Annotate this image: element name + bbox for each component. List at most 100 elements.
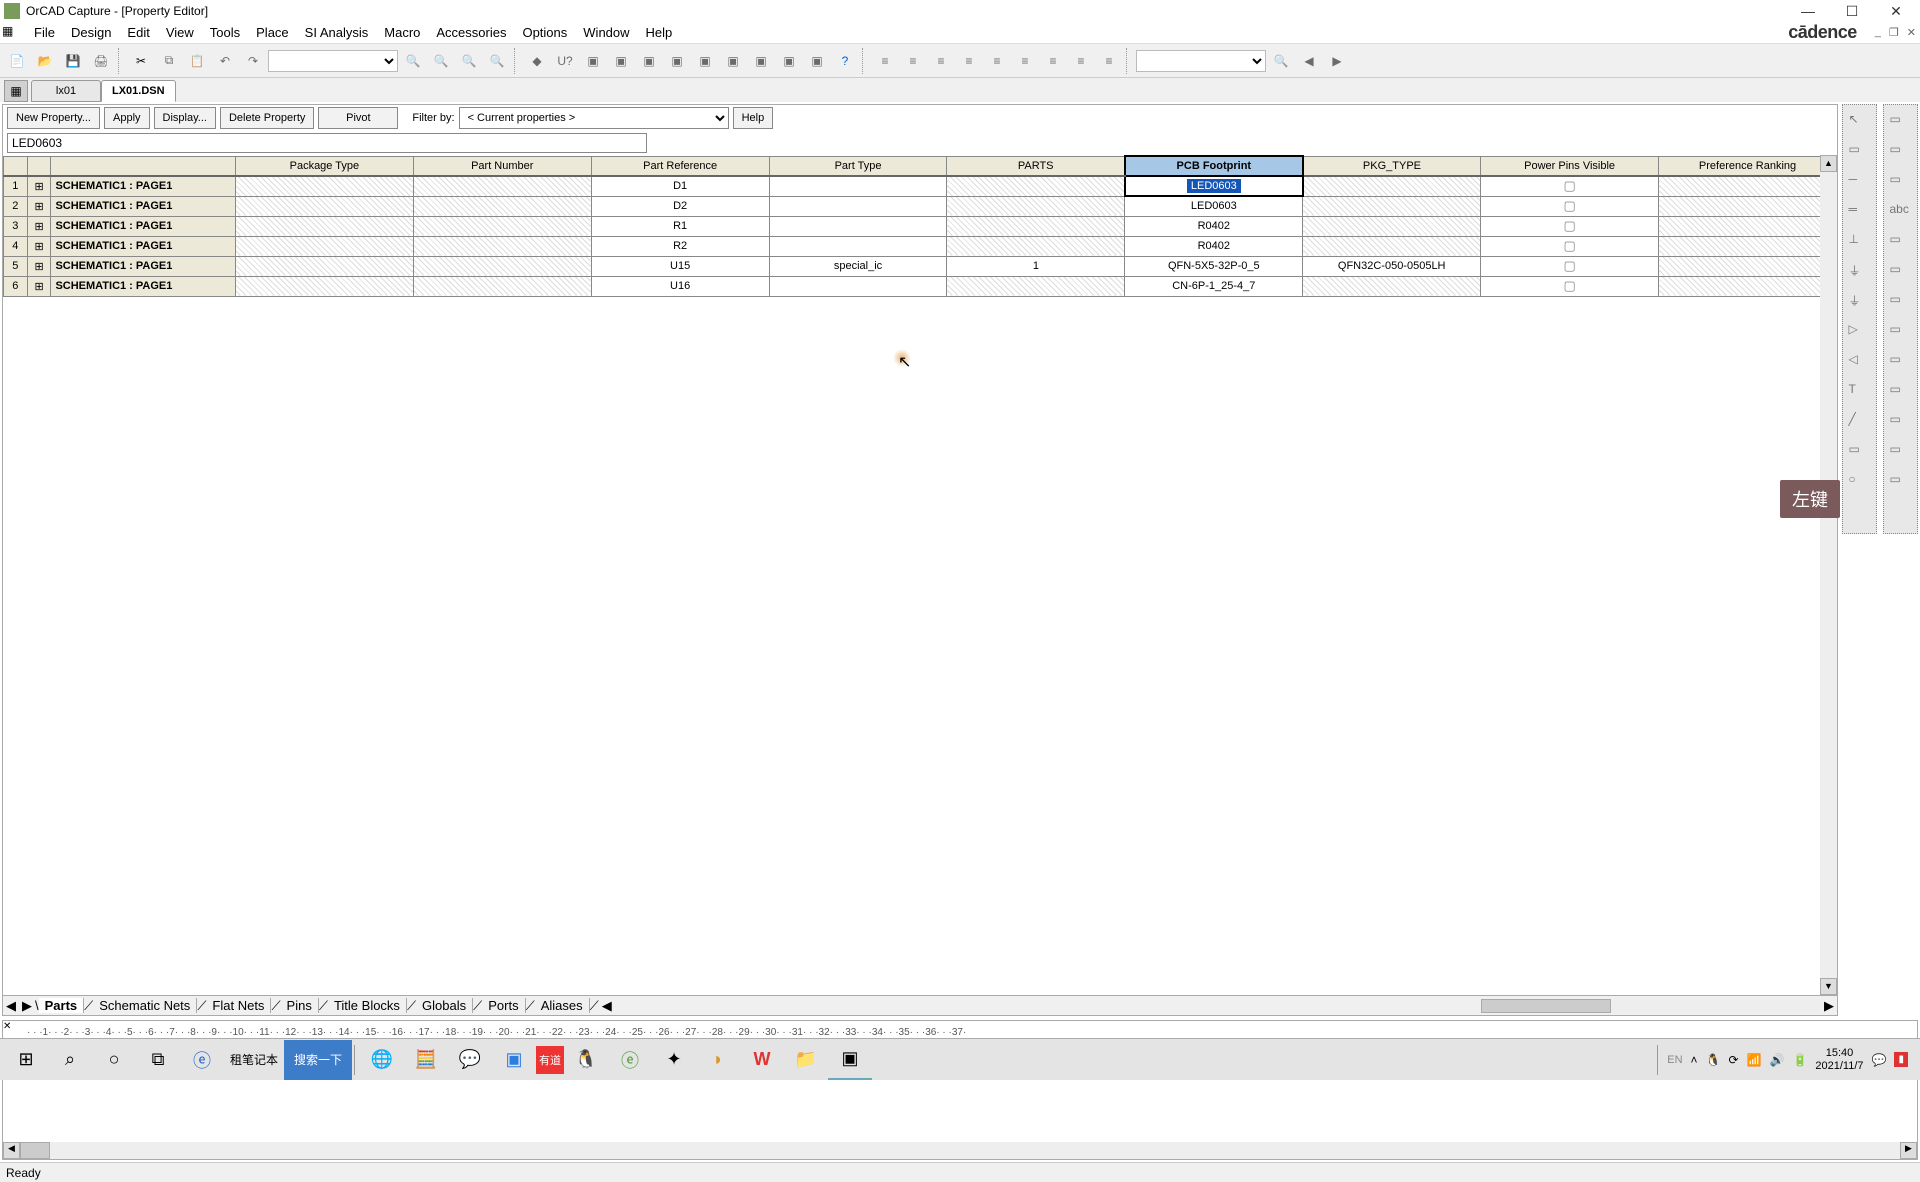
cell-parts[interactable]: 1: [947, 256, 1125, 276]
cortana-icon[interactable]: ○: [92, 1040, 136, 1080]
cell-pref-rank[interactable]: [1659, 196, 1837, 216]
menu-si-analysis[interactable]: SI Analysis: [297, 23, 377, 42]
app-icon-1[interactable]: ▣: [492, 1040, 536, 1080]
cell-schematic[interactable]: SCHEMATIC1 : PAGE1: [51, 216, 235, 236]
search-icon[interactable]: ⌕: [48, 1040, 92, 1080]
cell-part-number[interactable]: [413, 196, 591, 216]
cell-package-type[interactable]: [235, 276, 413, 296]
row-number[interactable]: 2: [4, 196, 28, 216]
cell-parts[interactable]: [947, 216, 1125, 236]
delete-property-button[interactable]: Delete Property: [220, 107, 314, 129]
cell-part-type[interactable]: special_ic: [769, 256, 947, 276]
tray-qq-icon[interactable]: 🐧: [1706, 1053, 1721, 1067]
cell-part-reference[interactable]: R2: [591, 236, 769, 256]
tool-wire-icon[interactable]: ─: [1848, 171, 1872, 195]
copy-icon[interactable]: ⧉: [156, 48, 182, 74]
cell-package-type[interactable]: [235, 216, 413, 236]
row-number[interactable]: 1: [4, 176, 28, 196]
tray-volume-icon[interactable]: 🔊: [1770, 1053, 1785, 1067]
sheet-nav-first[interactable]: ◀: [3, 998, 19, 1014]
secondary-select[interactable]: [1136, 50, 1266, 72]
cell-pref-rank[interactable]: [1659, 256, 1837, 276]
help-button[interactable]: Help: [733, 107, 774, 129]
cell-schematic[interactable]: SCHEMATIC1 : PAGE1: [51, 276, 235, 296]
close-button[interactable]: ✕: [1884, 2, 1908, 20]
align-icon-7[interactable]: ≡: [1040, 48, 1066, 74]
cell-power-pins[interactable]: [1481, 196, 1659, 216]
cell-schematic[interactable]: SCHEMATIC1 : PAGE1: [51, 256, 235, 276]
tool-circle-icon[interactable]: ○: [1848, 471, 1872, 495]
row-number[interactable]: 4: [4, 236, 28, 256]
find-icon[interactable]: 🔍: [1268, 48, 1294, 74]
log-hscroll[interactable]: ◀ ▶: [3, 1142, 1917, 1159]
cell-pcb-footprint[interactable]: LED0603: [1125, 196, 1303, 216]
col-part-type[interactable]: Part Type: [769, 156, 947, 176]
part-select[interactable]: [268, 50, 398, 72]
wechat-icon[interactable]: 💬: [448, 1040, 492, 1080]
paste-icon[interactable]: 📋: [184, 48, 210, 74]
tray-wifi-icon[interactable]: 📶: [1747, 1053, 1762, 1067]
mdi-close[interactable]: ✕: [1905, 26, 1918, 39]
sheet-tab-schematic-nets[interactable]: Schematic Nets: [93, 998, 197, 1013]
align-icon-3[interactable]: ≡: [928, 48, 954, 74]
row-number[interactable]: 3: [4, 216, 28, 236]
cell-pkg-type[interactable]: QFN32C-050-0505LH: [1303, 256, 1481, 276]
cell-part-reference[interactable]: R1: [591, 216, 769, 236]
sheet-tab-aliases[interactable]: Aliases: [535, 998, 590, 1013]
tool-port-icon[interactable]: ◁: [1848, 351, 1872, 375]
col-pkg-type[interactable]: PKG_TYPE: [1303, 156, 1481, 176]
tool-icon-9[interactable]: ▣: [748, 48, 774, 74]
menu-options[interactable]: Options: [514, 23, 575, 42]
tray-notif-icon[interactable]: 💬: [1872, 1053, 1887, 1067]
tool-icon-2[interactable]: U?: [552, 48, 578, 74]
orcad-taskbar-icon[interactable]: ▣: [828, 1040, 872, 1080]
wps-icon[interactable]: W: [740, 1040, 784, 1080]
property-value-input[interactable]: [7, 133, 647, 153]
col-package-type[interactable]: Package Type: [235, 156, 413, 176]
tool2-icon-9[interactable]: ▭: [1889, 351, 1913, 375]
tool-icon-6[interactable]: ▣: [664, 48, 690, 74]
save-icon[interactable]: 💾: [60, 48, 86, 74]
tray-action-icon[interactable]: ▮: [1894, 1052, 1908, 1067]
help-icon[interactable]: ?: [832, 48, 858, 74]
display-button[interactable]: Display...: [154, 107, 216, 129]
calculator-icon[interactable]: 🧮: [404, 1040, 448, 1080]
menu-accessories[interactable]: Accessories: [428, 23, 514, 42]
table-row[interactable]: 6⊞SCHEMATIC1 : PAGE1U16CN-6P-1_25-4_7: [4, 276, 1837, 296]
tab-icon[interactable]: ▦: [4, 80, 28, 102]
cell-schematic[interactable]: SCHEMATIC1 : PAGE1: [51, 176, 235, 196]
new-property-button[interactable]: New Property...: [7, 107, 100, 129]
tool2-icon-2[interactable]: ▭: [1889, 141, 1913, 165]
tool2-icon-11[interactable]: ▭: [1889, 411, 1913, 435]
undo-icon[interactable]: ↶: [212, 48, 238, 74]
pivot-button[interactable]: Pivot: [318, 107, 398, 129]
start-button[interactable]: ⊞: [4, 1040, 48, 1080]
chrome-icon[interactable]: 🌐: [360, 1040, 404, 1080]
tool2-icon-4[interactable]: abc: [1889, 201, 1913, 225]
row-number[interactable]: 5: [4, 256, 28, 276]
tool-offpage-icon[interactable]: ▷: [1848, 321, 1872, 345]
tool-icon-8[interactable]: ▣: [720, 48, 746, 74]
menu-edit[interactable]: Edit: [119, 23, 157, 42]
tool2-icon-7[interactable]: ▭: [1889, 291, 1913, 315]
cell-pkg-type[interactable]: [1303, 236, 1481, 256]
sheet-tab-title-blocks[interactable]: Title Blocks: [328, 998, 407, 1013]
cell-pkg-type[interactable]: [1303, 216, 1481, 236]
cell-pkg-type[interactable]: [1303, 176, 1481, 196]
tool-icon-11[interactable]: ▣: [804, 48, 830, 74]
align-icon-9[interactable]: ≡: [1096, 48, 1122, 74]
cell-pcb-footprint[interactable]: R0402: [1125, 216, 1303, 236]
tray-chevron-icon[interactable]: ˄: [1691, 1053, 1698, 1067]
cell-power-pins[interactable]: [1481, 236, 1659, 256]
cell-parts[interactable]: [947, 196, 1125, 216]
app-icon-3[interactable]: ◗: [696, 1040, 740, 1080]
cell-pcb-footprint[interactable]: LED0603: [1125, 176, 1303, 196]
expand-icon[interactable]: ⊞: [27, 276, 51, 296]
tool-net-icon[interactable]: ⊥: [1848, 231, 1872, 255]
col-power-pins[interactable]: Power Pins Visible: [1481, 156, 1659, 176]
taskbar-clock[interactable]: 15:40 2021/11/7: [1815, 1047, 1863, 1073]
ime-indicator[interactable]: EN: [1667, 1054, 1682, 1066]
tool2-icon-6[interactable]: ▭: [1889, 261, 1913, 285]
tool2-icon-12[interactable]: ▭: [1889, 441, 1913, 465]
tool2-icon-3[interactable]: ▭: [1889, 171, 1913, 195]
